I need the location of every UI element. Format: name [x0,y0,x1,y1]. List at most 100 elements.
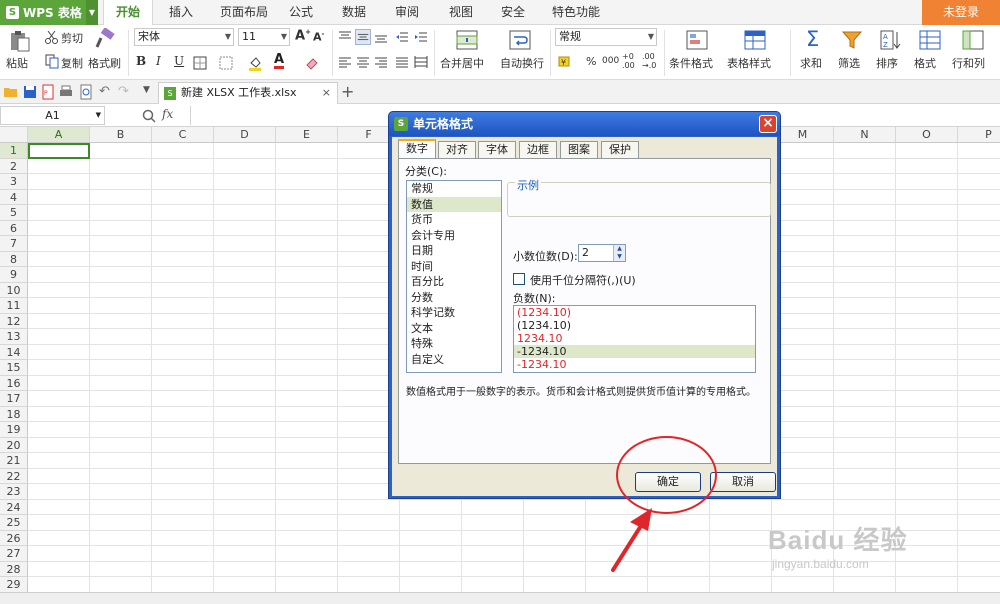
row-header[interactable]: 14 [0,344,28,360]
align-bottom-icon[interactable] [373,29,389,45]
fill-color-icon[interactable] [247,55,263,71]
decrease-indent-icon[interactable] [394,29,410,45]
bold-icon[interactable]: B [136,54,146,68]
decimal-places-input[interactable]: 2 ▲ ▼ [578,244,626,262]
tab-page-layout[interactable]: 页面布局 [215,0,273,25]
row-header[interactable]: 29 [0,577,28,592]
column-header[interactable]: P [958,127,1000,143]
negative-format-item[interactable]: -1234.10 [514,358,755,371]
merge-center-icon[interactable] [455,29,479,51]
negative-format-item[interactable]: -1234.10 [514,345,755,358]
increase-font-icon[interactable]: A+ [295,28,311,43]
tab-font[interactable]: 字体 [478,141,516,158]
thousands-separator-checkbox[interactable] [513,273,525,285]
row-header[interactable]: 24 [0,499,28,515]
row-header[interactable]: 2 [0,158,28,174]
row-header[interactable]: 12 [0,313,28,329]
close-tab-icon[interactable]: × [322,83,331,103]
category-item[interactable]: 分数 [407,290,501,306]
print-preview-icon[interactable] [78,84,94,100]
tab-formulas[interactable]: 公式 [282,0,320,25]
paste-icon[interactable] [8,30,32,52]
decrease-font-icon[interactable]: A- [313,30,324,44]
row-header[interactable]: 17 [0,391,28,407]
column-header[interactable]: C [152,127,214,143]
customize-toolbar-icon[interactable]: ▼ [143,85,150,95]
conditional-format-button[interactable]: 条件格式 [669,55,713,71]
export-pdf-icon[interactable]: P [40,84,56,100]
percent-button[interactable]: % [586,55,596,68]
row-header[interactable]: 25 [0,515,28,531]
row-header[interactable]: 22 [0,468,28,484]
underline-icon[interactable]: U [174,54,184,68]
row-header[interactable]: 10 [0,282,28,298]
category-item[interactable]: 自定义 [407,352,501,368]
sum-icon[interactable]: Σ [806,27,819,51]
new-tab-icon[interactable]: + [341,82,354,101]
negative-numbers-list[interactable]: (1234.10) (1234.10) 1234.10 -1234.10 -1234.1… [513,305,756,373]
currency-icon[interactable]: ¥ [557,53,573,69]
format-button[interactable]: 格式 [914,55,936,71]
negative-format-item[interactable]: 1234.10 [514,332,755,345]
tab-protection[interactable]: 保护 [601,141,639,158]
category-item[interactable]: 日期 [407,243,501,259]
column-header[interactable]: A [28,127,90,143]
row-header[interactable]: 4 [0,189,28,205]
tab-review[interactable]: 审阅 [388,0,426,25]
row-header[interactable]: 11 [0,298,28,314]
format-painter-button[interactable]: 格式刷 [88,55,121,71]
undo-icon[interactable]: ↶ [99,84,110,99]
sum-button[interactable]: 求和 [800,55,822,71]
category-item[interactable]: 数值 [407,196,501,212]
scissors-icon[interactable] [44,29,60,45]
row-header[interactable]: 13 [0,329,28,345]
row-header[interactable]: 6 [0,220,28,236]
open-folder-icon[interactable] [3,84,19,100]
font-size-select[interactable]: 11 ▼ [238,28,290,46]
align-center-icon[interactable] [355,54,371,70]
row-header[interactable]: 9 [0,267,28,283]
align-left-icon[interactable] [337,54,353,70]
copy-button[interactable]: 复制 [61,55,83,71]
column-header[interactable]: B [90,127,152,143]
document-tab[interactable]: S 新建 XLSX 工作表.xlsx × [158,82,338,104]
borders-icon[interactable] [192,55,208,71]
paste-button[interactable]: 粘贴 [6,55,28,71]
category-item[interactable]: 常规 [407,181,501,197]
clear-format-icon[interactable] [304,55,320,71]
align-middle-icon[interactable] [355,29,371,45]
chevron-down-icon[interactable]: ▼ [86,0,98,25]
rows-cols-icon[interactable] [961,29,985,51]
tab-number[interactable]: 数字 [398,139,436,159]
align-top-icon[interactable] [337,29,353,45]
category-item[interactable]: 会计专用 [407,228,501,244]
column-header[interactable]: D [214,127,276,143]
increase-decimal-icon[interactable]: +0.00 [622,52,635,70]
column-header[interactable]: N [834,127,896,143]
decimal-spinner[interactable]: ▲ ▼ [613,245,625,261]
row-header[interactable]: 19 [0,422,28,438]
dialog-title-bar[interactable]: S 单元格格式 × [389,112,780,136]
tab-home[interactable]: 开始 [103,0,153,26]
filter-button[interactable]: 筛选 [838,55,860,71]
save-icon[interactable] [22,84,38,100]
category-item[interactable]: 时间 [407,259,501,275]
active-cell[interactable] [28,143,90,159]
category-list[interactable]: 常规 数值 货币 会计专用 日期 时间 百分比 分数 科学记数 文本 特殊 自定义 [406,180,502,373]
category-item[interactable]: 科学记数 [407,305,501,321]
app-menu-button[interactable]: S WPS 表格 ▼ [0,0,98,25]
row-header[interactable]: 27 [0,546,28,562]
zoom-icon[interactable] [141,108,157,124]
format-painter-icon[interactable] [93,28,117,50]
redo-icon[interactable]: ↷ [118,84,129,99]
table-style-icon[interactable] [743,29,767,51]
number-format-select[interactable]: 常规 ▼ [555,28,657,46]
tab-view[interactable]: 视图 [442,0,480,25]
row-header[interactable]: 20 [0,437,28,453]
distributed-icon[interactable] [413,54,429,70]
tab-special[interactable]: 特色功能 [548,0,604,25]
conditional-format-icon[interactable] [685,29,709,51]
wrap-text-button[interactable]: 自动换行 [500,55,544,71]
decrease-decimal-icon[interactable]: .00 →.0 [642,52,656,70]
category-item[interactable]: 货币 [407,212,501,228]
